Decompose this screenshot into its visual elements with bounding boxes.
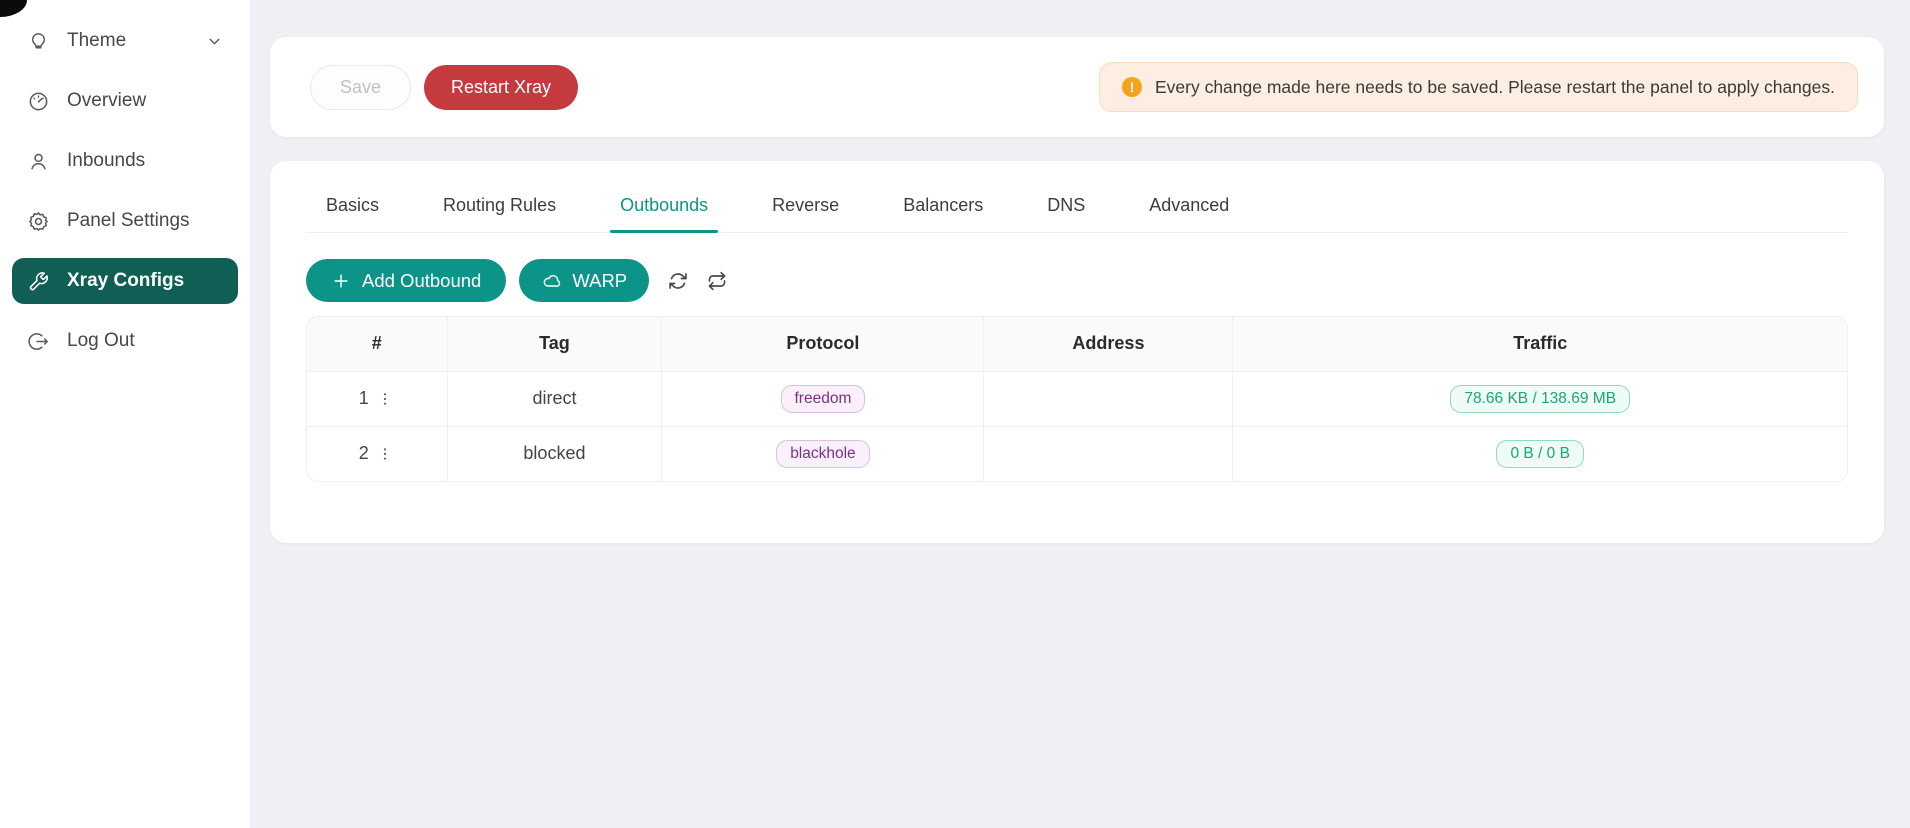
sidebar-item-overview[interactable]: Overview — [12, 78, 238, 124]
refresh-icon — [668, 271, 688, 291]
protocol-cell: blackhole — [662, 426, 984, 481]
warp-label: WARP — [572, 270, 627, 292]
add-outbound-button[interactable]: Add Outbound — [306, 259, 506, 302]
outbounds-actions-row: Add Outbound WARP — [306, 259, 1848, 302]
wrench-icon — [27, 270, 50, 293]
tab-reverse[interactable]: Reverse — [772, 195, 839, 232]
column-header-protocol: Protocol — [662, 317, 984, 371]
tab-basics[interactable]: Basics — [326, 195, 379, 232]
tab-dns[interactable]: DNS — [1047, 195, 1085, 232]
main-content: Save Restart Xray ! Every change made he… — [250, 0, 1910, 828]
address-cell — [984, 371, 1233, 426]
sidebar-item-label: Log Out — [67, 330, 135, 352]
refresh-button[interactable] — [668, 271, 688, 291]
tab-routing-rules[interactable]: Routing Rules — [443, 195, 556, 232]
chevron-down-icon — [206, 33, 223, 50]
toolbar: Save Restart Xray ! Every change made he… — [270, 37, 1884, 137]
tag-cell: blocked — [447, 426, 662, 481]
row-menu-button[interactable] — [375, 389, 395, 409]
tag-cell: direct — [447, 371, 662, 426]
tab-advanced[interactable]: Advanced — [1149, 195, 1229, 232]
warning-icon: ! — [1122, 77, 1142, 97]
traffic-badge: 78.66 KB / 138.69 MB — [1450, 385, 1630, 413]
user-icon — [27, 150, 50, 173]
add-outbound-label: Add Outbound — [362, 270, 481, 292]
outbounds-table: # Tag Protocol Address Traffic 1 — [306, 316, 1848, 482]
traffic-cell: 0 B / 0 B — [1233, 426, 1847, 481]
gear-icon — [27, 210, 50, 233]
row-menu-button[interactable] — [375, 444, 395, 464]
restart-xray-button[interactable]: Restart Xray — [424, 65, 578, 110]
protocol-badge: blackhole — [776, 440, 870, 468]
cloud-icon — [541, 271, 561, 291]
sidebar-item-theme[interactable]: Theme — [12, 18, 238, 64]
tab-balancers[interactable]: Balancers — [903, 195, 983, 232]
column-header-address: Address — [984, 317, 1233, 371]
repeat-icon — [707, 271, 727, 291]
sidebar: Theme Overview Inbounds Panel Settings X… — [0, 0, 250, 828]
column-header-index: # — [307, 317, 447, 371]
repeat-button[interactable] — [707, 271, 727, 291]
row-index: 2 — [359, 443, 369, 464]
address-cell — [984, 426, 1233, 481]
protocol-cell: freedom — [662, 371, 984, 426]
protocol-badge: freedom — [781, 385, 866, 413]
table-header-row: # Tag Protocol Address Traffic — [307, 317, 1847, 371]
table-row: 2 blocked blackhole — [307, 426, 1847, 481]
sidebar-item-label: Overview — [67, 90, 146, 112]
sidebar-item-label: Theme — [67, 30, 126, 52]
config-tabs: Basics Routing Rules Outbounds Reverse B… — [306, 161, 1848, 233]
traffic-badge: 0 B / 0 B — [1496, 440, 1583, 468]
dashboard-icon — [27, 90, 50, 113]
sidebar-item-label: Xray Configs — [67, 270, 184, 292]
vertical-dots-icon — [377, 391, 393, 407]
sidebar-item-inbounds[interactable]: Inbounds — [12, 138, 238, 184]
tab-outbounds[interactable]: Outbounds — [620, 195, 708, 232]
row-index: 1 — [359, 388, 369, 409]
sidebar-item-label: Panel Settings — [67, 210, 190, 232]
warp-button[interactable]: WARP — [519, 259, 649, 302]
restart-warning-alert: ! Every change made here needs to be sav… — [1099, 62, 1858, 112]
sidebar-item-log-out[interactable]: Log Out — [12, 318, 238, 364]
xray-config-panel: Basics Routing Rules Outbounds Reverse B… — [270, 161, 1884, 543]
column-header-tag: Tag — [447, 317, 662, 371]
alert-text: Every change made here needs to be saved… — [1155, 77, 1835, 98]
sidebar-item-xray-configs[interactable]: Xray Configs — [12, 258, 238, 304]
save-button[interactable]: Save — [310, 65, 411, 110]
vertical-dots-icon — [377, 446, 393, 462]
column-header-traffic: Traffic — [1233, 317, 1847, 371]
sidebar-item-panel-settings[interactable]: Panel Settings — [12, 198, 238, 244]
sidebar-item-label: Inbounds — [67, 150, 145, 172]
lightbulb-icon — [27, 30, 50, 53]
traffic-cell: 78.66 KB / 138.69 MB — [1233, 371, 1847, 426]
plus-icon — [331, 271, 351, 291]
table-row: 1 direct freedom — [307, 371, 1847, 426]
logout-icon — [27, 330, 50, 353]
